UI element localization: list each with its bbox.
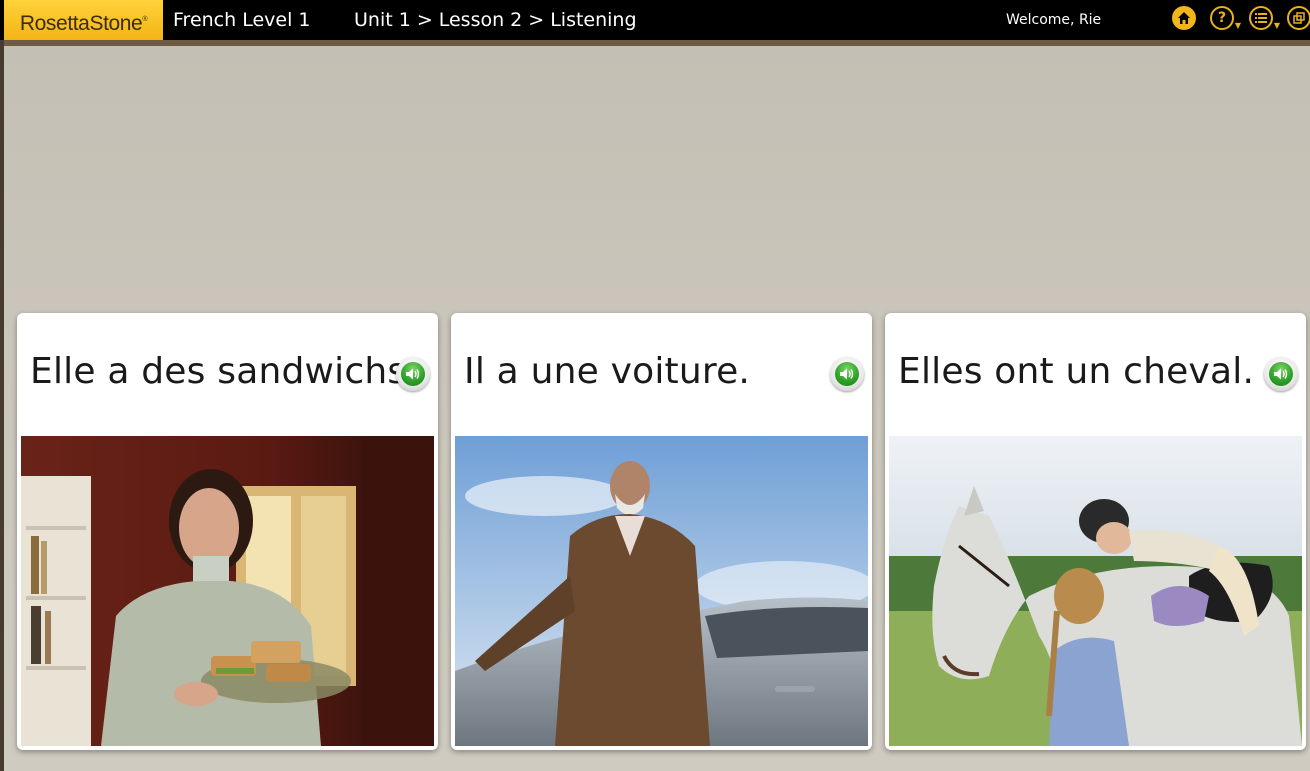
top-bar: RosettaStone® French Level 1 Unit 1 > Less… xyxy=(0,0,1310,40)
speaker-icon[interactable] xyxy=(1264,357,1298,391)
speaker-button-face xyxy=(835,362,859,386)
speaker-button-face xyxy=(401,362,425,386)
window-icon[interactable] xyxy=(1287,6,1310,30)
course-title: French Level 1 xyxy=(173,9,311,31)
menu-list-icon[interactable]: ▼ xyxy=(1249,6,1280,30)
breadcrumb: Unit 1 > Lesson 2 > Listening xyxy=(354,0,637,40)
rosetta-stone-logo: RosettaStone® xyxy=(4,0,163,40)
dropdown-caret-icon: ▼ xyxy=(1273,21,1280,30)
breadcrumb-activity: Listening xyxy=(550,9,637,31)
home-glyph xyxy=(1178,12,1190,24)
breadcrumb-lesson[interactable]: Lesson 2 xyxy=(439,9,523,31)
help-icon[interactable]: ? ▼ xyxy=(1210,6,1241,30)
window-glyph xyxy=(1293,12,1305,24)
breadcrumb-unit[interactable]: Unit 1 xyxy=(354,9,411,31)
speaker-button-face xyxy=(1269,362,1293,386)
answer-card-2[interactable]: Il a une voiture. xyxy=(451,313,872,750)
speaker-icon[interactable] xyxy=(830,357,864,391)
card-sentence: Il a une voiture. xyxy=(464,351,751,392)
photo-girls-with-horse[interactable] xyxy=(889,436,1302,746)
speaker-icon[interactable] xyxy=(396,357,430,391)
girls-horse-illustration xyxy=(889,436,1302,746)
breadcrumb-separator: > xyxy=(528,9,545,31)
photo-woman-holding-sandwiches[interactable] xyxy=(21,436,434,746)
answer-card-1[interactable]: Elle a des sandwichs. xyxy=(17,313,438,750)
speaker-glyph xyxy=(406,368,420,380)
speaker-glyph xyxy=(1274,368,1288,380)
list-glyph xyxy=(1255,13,1267,23)
photo-man-standing-by-car[interactable] xyxy=(455,436,868,746)
man-car-illustration xyxy=(455,436,868,746)
speaker-glyph xyxy=(840,368,854,380)
answer-card-3[interactable]: Elles ont un cheval. xyxy=(885,313,1306,750)
card-sentence: Elles ont un cheval. xyxy=(898,351,1255,392)
welcome-text: Welcome, Rie xyxy=(1006,12,1102,28)
dropdown-caret-icon: ▼ xyxy=(1234,21,1241,30)
card-sentence: Elle a des sandwichs. xyxy=(30,351,418,392)
woman-sandwich-illustration xyxy=(21,436,434,746)
home-icon[interactable] xyxy=(1172,6,1196,30)
breadcrumb-separator: > xyxy=(416,9,433,31)
